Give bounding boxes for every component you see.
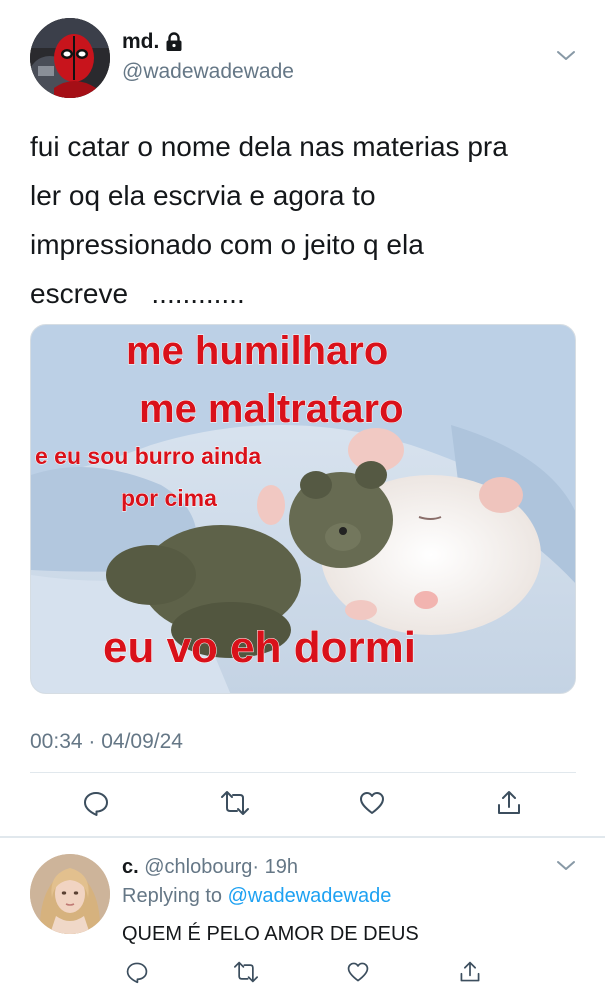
- reply-text: QUEM É PELO AMOR DE DEUS: [122, 923, 419, 945]
- avatar[interactable]: [30, 854, 110, 934]
- reply-icon: [84, 792, 108, 816]
- meme-caption: me maltrataro: [139, 387, 405, 432]
- retweet-button[interactable]: [219, 787, 251, 819]
- author-name-row: md.: [122, 30, 183, 54]
- reply-button[interactable]: [80, 787, 112, 819]
- meme-caption: eu vo eh dormi: [103, 623, 417, 673]
- tweet-text-line: escreve ............: [30, 278, 245, 309]
- retweet-button[interactable]: [232, 958, 260, 986]
- author-handle[interactable]: @wadewadewade: [122, 60, 294, 84]
- tweet-text: fui catar o nome dela nas materias pra l…: [30, 122, 580, 318]
- retweet-icon: [221, 791, 249, 815]
- reply-header: c. @chlobourg· 19h: [122, 856, 298, 879]
- meme-caption: por cima: [121, 485, 218, 512]
- reply-actions: [0, 958, 605, 988]
- avatar[interactable]: [30, 18, 110, 98]
- tweet-actions: [0, 787, 605, 823]
- chevron-down-icon[interactable]: [555, 48, 577, 64]
- like-icon: [347, 962, 369, 982]
- main-tweet: md. @wadewadewade fui catar o nome dela …: [0, 0, 605, 836]
- share-button[interactable]: [456, 958, 484, 986]
- tweet-text-line: fui catar o nome dela nas materias pra: [30, 131, 508, 162]
- tweet-media-image[interactable]: me humilharo me maltrataro e eu sou burr…: [30, 324, 576, 694]
- tweet-timestamp[interactable]: 00:34 · 04/09/24: [30, 730, 183, 754]
- tweet-text-line: ler oq ela escrvia e agora to: [30, 180, 376, 211]
- share-icon: [498, 791, 520, 814]
- lock-icon: [165, 32, 183, 52]
- reply-tweet: c. @chlobourg· 19h Replying to @wadewade…: [0, 838, 605, 1000]
- reply-time[interactable]: · 19h: [252, 856, 298, 878]
- share-icon: [460, 961, 480, 982]
- reply-icon: [126, 962, 148, 984]
- share-button[interactable]: [493, 787, 525, 819]
- meme-caption: me humilharo: [125, 329, 389, 374]
- display-name[interactable]: md.: [122, 30, 159, 54]
- retweet-icon: [234, 961, 258, 983]
- replying-to: Replying to @wadewadewade: [122, 885, 391, 908]
- tweet-text-line: impressionado com o jeito q ela: [30, 229, 424, 260]
- meme-caption: e eu sou burro ainda: [34, 443, 262, 470]
- like-icon: [360, 792, 384, 814]
- like-button[interactable]: [356, 787, 388, 819]
- like-button[interactable]: [344, 958, 372, 986]
- reply-button[interactable]: [123, 958, 151, 986]
- author-handle[interactable]: @chlobourg: [144, 856, 252, 878]
- divider: [30, 772, 576, 773]
- replying-to-link[interactable]: @wadewadewade: [228, 885, 392, 907]
- replying-prefix: Replying to: [122, 885, 228, 907]
- display-name[interactable]: c.: [122, 856, 139, 878]
- chevron-down-icon[interactable]: [555, 858, 577, 874]
